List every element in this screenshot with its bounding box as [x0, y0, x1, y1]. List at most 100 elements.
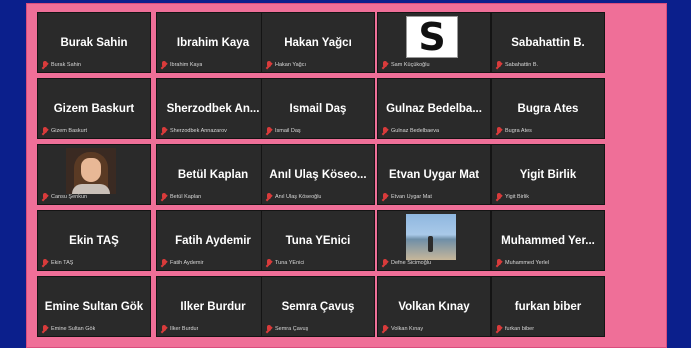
participant-name-label: Semra Çavuş: [275, 325, 309, 332]
mic-muted-icon: [266, 258, 272, 267]
participant-name-label: Fatih Aydemir: [170, 259, 204, 266]
mic-muted-icon: [161, 60, 167, 69]
participant-tile[interactable]: Tuna YEnici Tuna YEnici: [261, 210, 375, 271]
participant-tile[interactable]: Volkan Kınay Volkan Kınay: [377, 276, 491, 337]
participant-name-bar: Etvan Uygar Mat: [382, 192, 486, 201]
mic-muted-icon: [266, 126, 272, 135]
participant-tile[interactable]: Ibrahim Kaya Ibrahim Kaya: [156, 12, 270, 73]
participant-tile[interactable]: Sabahattin B. Sabahattin B.: [491, 12, 605, 73]
participant-name-bar: Volkan Kınay: [382, 324, 486, 333]
participant-display-name: Ekin TAŞ: [69, 235, 119, 247]
participant-tile[interactable]: İsmail Daş İsmail Daş: [261, 78, 375, 139]
participant-name-bar: Ekin TAŞ: [42, 258, 146, 267]
participant-logo-letter: S: [418, 15, 446, 59]
participant-grid: Burak Sahin Burak Sahin Ibrahim Kaya Ibrahi…: [37, 12, 657, 345]
participant-photo: [406, 214, 456, 260]
participant-name-label: Volkan Kınay: [391, 325, 424, 332]
participant-tile[interactable]: Muhammed Yer... Muhammed Yerlel: [491, 210, 605, 271]
participant-name-bar: Betül Kaplan: [161, 192, 265, 201]
participant-display-name: Yigit Birlik: [519, 169, 577, 181]
participant-name-label: Yigit Birlik: [505, 193, 529, 200]
participant-tile[interactable]: Emine Sultan Gök Emine Sultan Gök: [37, 276, 151, 337]
participant-tile[interactable]: Anıl Ulaş Köseo... Anıl Ulaş Köseoğlu: [261, 144, 375, 205]
participant-name-label: Emine Sultan Gök: [51, 325, 96, 332]
participant-display-name: furkan biber: [514, 301, 582, 313]
participant-name-bar: Bugra Ates: [496, 126, 600, 135]
mic-muted-icon: [382, 126, 388, 135]
participant-name-bar: Sherzodbek Annazarov: [161, 126, 265, 135]
participant-tile[interactable]: Bugra Ates Bugra Ates: [491, 78, 605, 139]
mic-muted-icon: [496, 258, 502, 267]
participant-display-name: Betül Kaplan: [177, 169, 249, 181]
mic-muted-icon: [161, 126, 167, 135]
participant-photo: [66, 148, 116, 194]
participant-name-label: Gulnaz Bedelbaeva: [391, 127, 440, 134]
mic-muted-icon: [42, 126, 48, 135]
participant-name-label: Sherzodbek Annazarov: [170, 127, 227, 134]
participant-tile[interactable]: S Sam Küçükoğlu: [377, 12, 491, 73]
participant-display-name: Volkan Kınay: [398, 301, 470, 313]
participant-display-name: Emine Sultan Gök: [44, 301, 144, 313]
participant-tile[interactable]: Semra Çavuş Semra Çavuş: [261, 276, 375, 337]
mic-muted-icon: [42, 324, 48, 333]
mic-muted-icon: [42, 192, 48, 201]
participant-name-bar: İsmail Daş: [266, 126, 370, 135]
participant-name-bar: Tuna YEnici: [266, 258, 370, 267]
participant-tile[interactable]: Etvan Uygar Mat Etvan Uygar Mat: [377, 144, 491, 205]
participant-display-name: Fatih Aydemir: [175, 235, 251, 247]
participant-name-bar: Cansu Şenkun: [42, 192, 146, 201]
participant-name-bar: Sam Küçükoğlu: [382, 60, 486, 69]
participant-display-name: Sabahattin B.: [511, 37, 585, 49]
participant-name-label: İsmail Daş: [275, 127, 301, 134]
participant-name-label: furkan biber: [505, 325, 535, 332]
participant-tile[interactable]: Ekin TAŞ Ekin TAŞ: [37, 210, 151, 271]
participant-display-name: Anıl Ulaş Köseo...: [269, 169, 367, 181]
participant-tile[interactable]: Ilker Burdur Ilker Burdur: [156, 276, 270, 337]
participant-name-label: Muhammed Yerlel: [505, 259, 550, 266]
participant-name-label: Etvan Uygar Mat: [391, 193, 432, 200]
participant-name-label: Ekin TAŞ: [51, 259, 74, 266]
participant-tile[interactable]: Sherzodbek An... Sherzodbek Annazarov: [156, 78, 270, 139]
participant-name-bar: Ilker Burdur: [161, 324, 265, 333]
participant-tile[interactable]: Defne Sicimoğlu: [377, 210, 491, 271]
mic-muted-icon: [266, 324, 272, 333]
participant-name-bar: Burak Sahin: [42, 60, 146, 69]
participant-tile[interactable]: Cansu Şenkun: [37, 144, 151, 205]
mic-muted-icon: [42, 60, 48, 69]
participant-display-name: Etvan Uygar Mat: [388, 169, 480, 181]
participant-logo: S: [406, 16, 458, 58]
participant-name-label: Hakan Yağcı: [275, 61, 306, 68]
mic-muted-icon: [496, 60, 502, 69]
participant-display-name: Gulnaz Bedelba...: [386, 103, 482, 115]
participant-name-label: Betül Kaplan: [170, 193, 202, 200]
mic-muted-icon: [161, 324, 167, 333]
participant-name-bar: Gulnaz Bedelbaeva: [382, 126, 486, 135]
mic-muted-icon: [266, 192, 272, 201]
participant-name-bar: Emine Sultan Gök: [42, 324, 146, 333]
participant-display-name: Ilker Burdur: [180, 301, 246, 313]
participant-name-bar: Semra Çavuş: [266, 324, 370, 333]
participant-tile[interactable]: Burak Sahin Burak Sahin: [37, 12, 151, 73]
participant-tile[interactable]: Fatih Aydemir Fatih Aydemir: [156, 210, 270, 271]
participant-tile[interactable]: Gulnaz Bedelba... Gulnaz Bedelbaeva: [377, 78, 491, 139]
mic-muted-icon: [161, 192, 167, 201]
participant-name-bar: Gizem Baskurt: [42, 126, 146, 135]
mic-muted-icon: [161, 258, 167, 267]
participant-tile[interactable]: Gizem Baskurt Gizem Baskurt: [37, 78, 151, 139]
participant-name-bar: Muhammed Yerlel: [496, 258, 600, 267]
participant-name-bar: Anıl Ulaş Köseoğlu: [266, 192, 370, 201]
participant-tile[interactable]: Yigit Birlik Yigit Birlik: [491, 144, 605, 205]
participant-name-bar: Yigit Birlik: [496, 192, 600, 201]
mic-muted-icon: [266, 60, 272, 69]
participant-display-name: İsmail Daş: [289, 103, 347, 115]
participant-name-label: Defne Sicimoğlu: [391, 259, 432, 266]
participant-name-label: Cansu Şenkun: [51, 193, 88, 200]
mic-muted-icon: [496, 192, 502, 201]
participant-tile[interactable]: Betül Kaplan Betül Kaplan: [156, 144, 270, 205]
participant-name-label: Anıl Ulaş Köseoğlu: [275, 193, 322, 200]
participant-display-name: Muhammed Yer...: [501, 235, 595, 247]
participant-tile[interactable]: Hakan Yağcı Hakan Yağcı: [261, 12, 375, 73]
participant-tile[interactable]: furkan biber furkan biber: [491, 276, 605, 337]
participant-display-name: Gizem Baskurt: [53, 103, 135, 115]
participant-name-label: Sam Küçükoğlu: [391, 61, 430, 68]
